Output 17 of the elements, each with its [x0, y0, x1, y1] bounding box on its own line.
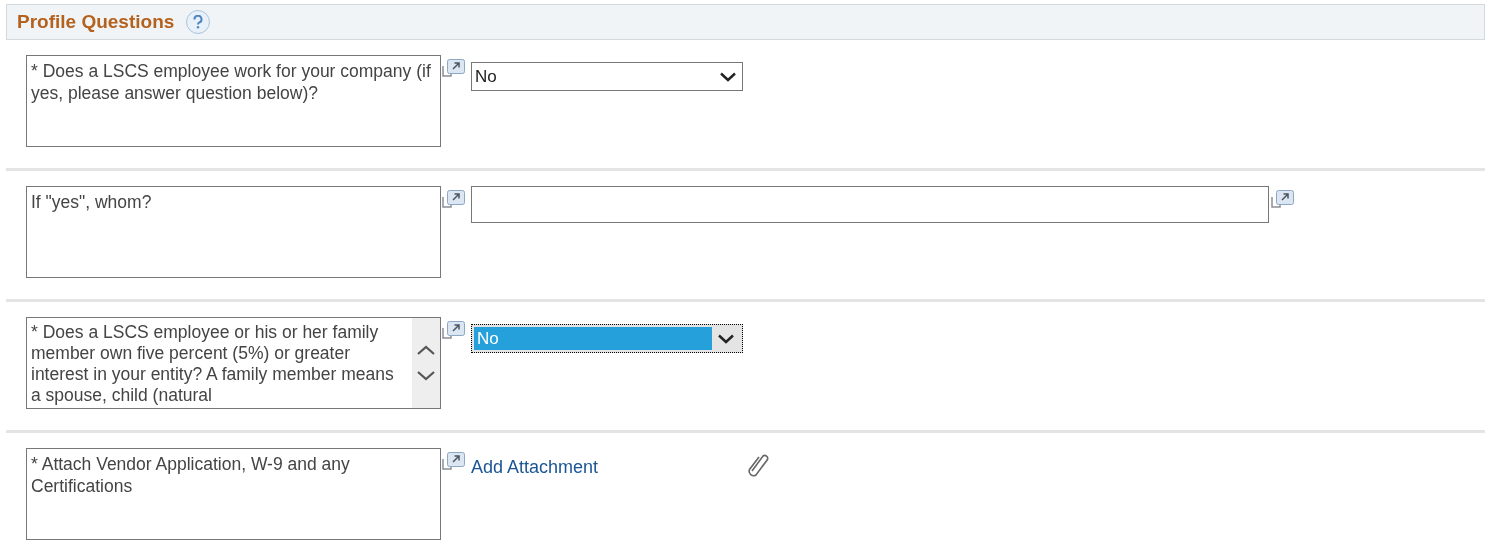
expand-icon[interactable] [441, 57, 467, 79]
input-field[interactable] [471, 186, 1269, 223]
question-text: * Does a LSCS employee or his or her family member own five percent (5%) or greater interest in your entity? A family member means a spouse, child (natural [30, 321, 395, 406]
question-text: If "yes", whom? [30, 191, 153, 213]
help-icon[interactable] [186, 10, 211, 34]
expand-icon[interactable] [1270, 188, 1296, 210]
dropdown[interactable]: No [471, 62, 743, 91]
scrollbar[interactable] [412, 318, 440, 408]
expand-icon[interactable] [441, 450, 467, 472]
caret-icon [718, 333, 734, 344]
question-text: * Does a LSCS employee work for your company (if yes, please answer question below)? [30, 60, 432, 104]
section-title: Profile Questions [17, 9, 175, 34]
expand-icon[interactable] [441, 188, 467, 210]
caret-icon [720, 71, 736, 82]
expand-icon[interactable] [441, 319, 467, 341]
add-attachment-link[interactable]: Add Attachment [471, 454, 599, 481]
question-text: * Attach Vendor Application, W-9 and any Certifications [30, 453, 351, 497]
